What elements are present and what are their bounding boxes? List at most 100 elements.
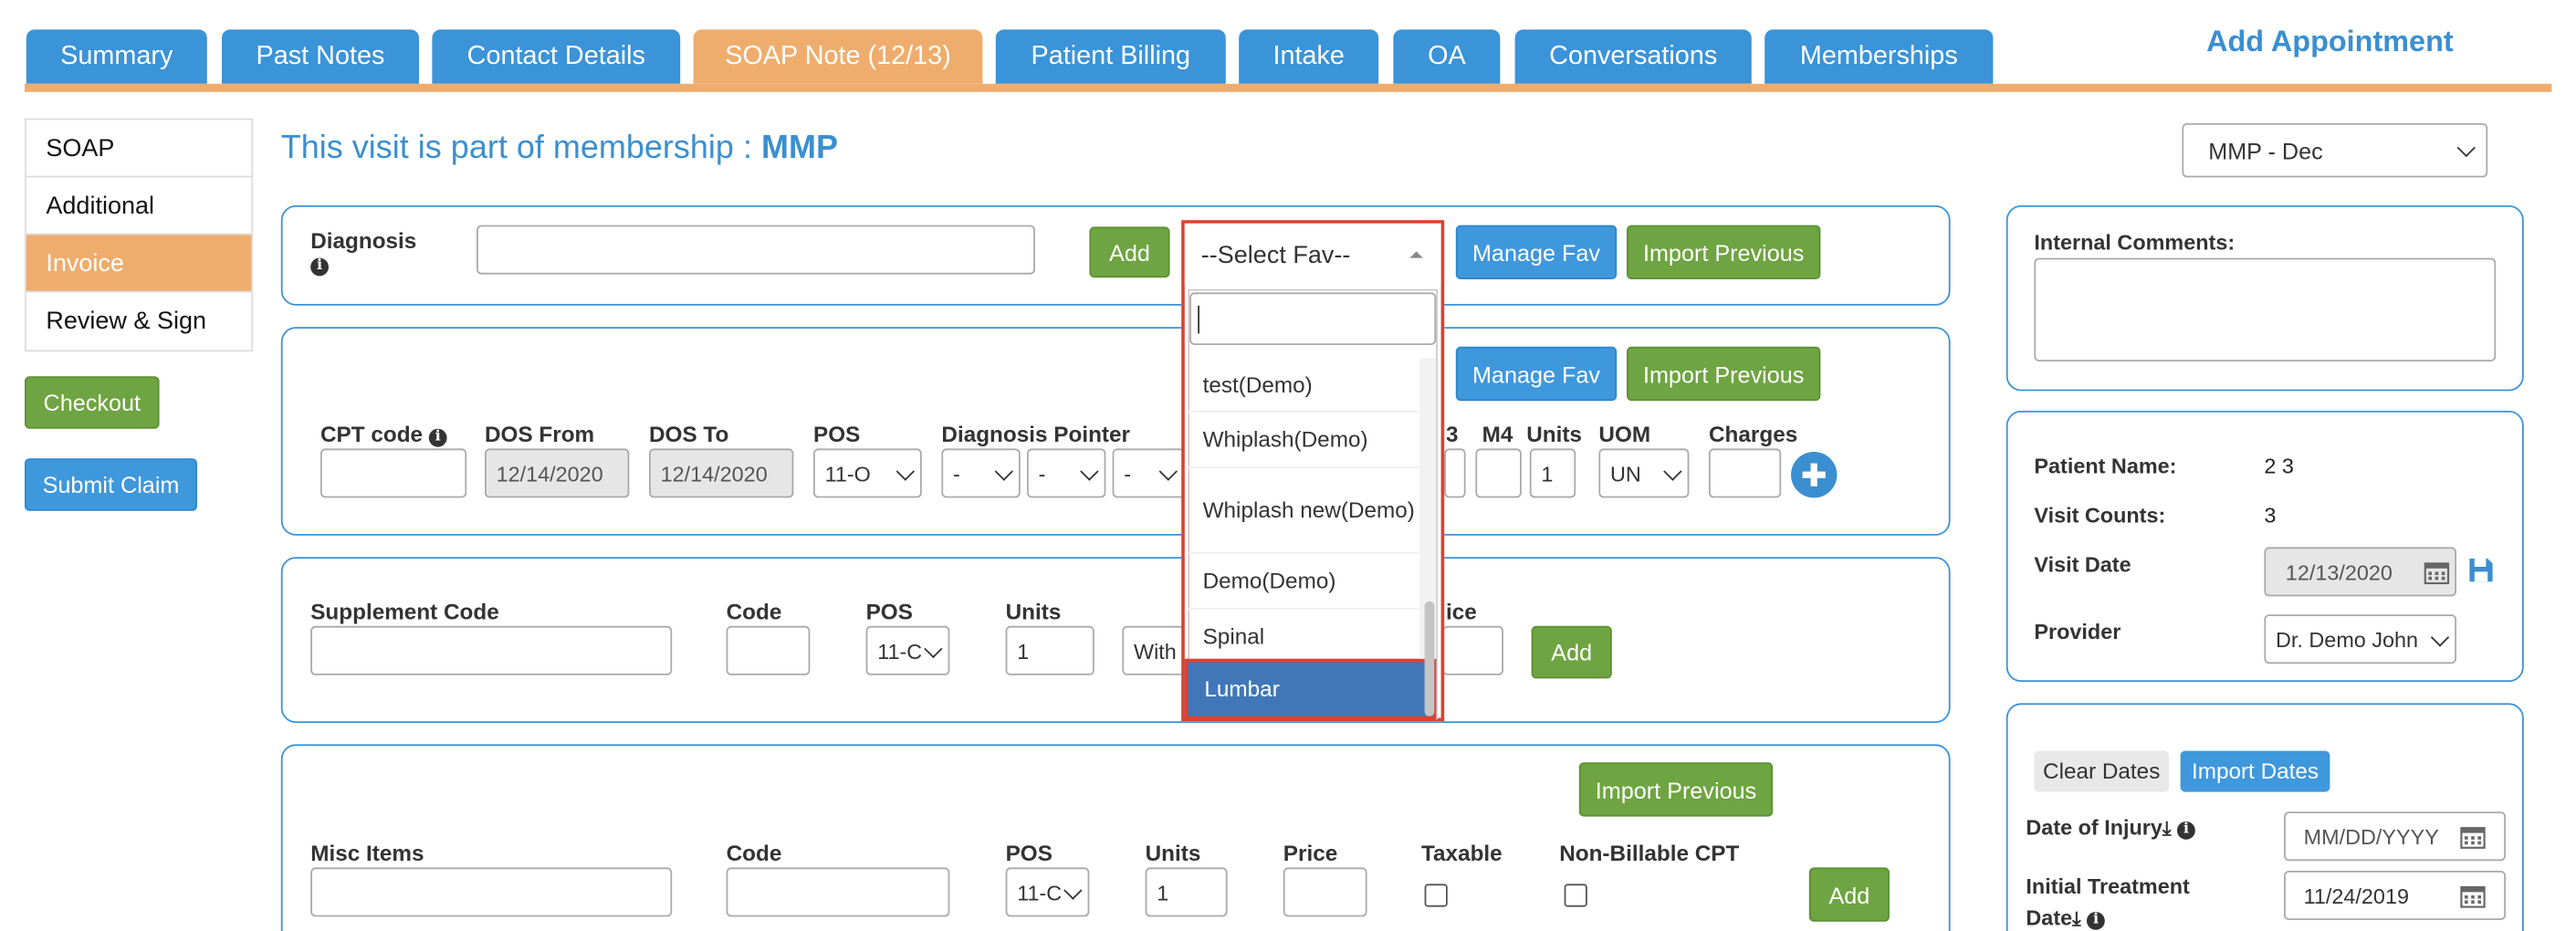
fav-option-test-demo[interactable]: test(Demo): [1188, 358, 1420, 413]
tab-conversations[interactable]: Conversations: [1514, 29, 1752, 84]
provider-select[interactable]: Dr. Demo John: [2264, 614, 2456, 664]
tab-intake[interactable]: Intake: [1239, 29, 1379, 84]
initial-treatment-date-text: Date: [2026, 905, 2073, 930]
tab-patient-billing[interactable]: Patient Billing: [995, 29, 1226, 84]
cpt-manage-fav-button[interactable]: Manage Fav: [1455, 346, 1618, 402]
tab-soap-note[interactable]: SOAP Note (12/13): [693, 29, 983, 84]
membership-select[interactable]: MMP - Dec: [2182, 123, 2488, 178]
save-icon[interactable]: [2468, 557, 2495, 583]
diagnosis-pointer-2-select[interactable]: -: [1027, 448, 1106, 498]
visit-counts-label: Visit Counts:: [2034, 502, 2166, 528]
add-appointment-link[interactable]: Add Appointment: [2169, 25, 2491, 59]
calendar-icon[interactable]: [2460, 823, 2487, 850]
dos-to-input[interactable]: 12/14/2020: [649, 448, 794, 498]
misc-units-input[interactable]: 1: [1145, 867, 1228, 917]
misc-code-header: Code: [726, 841, 782, 866]
info-icon: i: [428, 428, 447, 447]
fav-option-whiplash-demo[interactable]: Whiplash(Demo): [1188, 413, 1420, 468]
supplement-units-input[interactable]: 1: [1005, 625, 1094, 675]
date-of-injury-label: Date of Injury⤓ i: [2026, 815, 2195, 842]
clear-dates-button[interactable]: Clear Dates: [2034, 750, 2169, 792]
misc-code-input[interactable]: [726, 867, 950, 917]
misc-items-input[interactable]: [310, 867, 673, 917]
side-menu-invoice[interactable]: Invoice: [26, 235, 252, 293]
visit-date-value: 12/13/2020: [2285, 559, 2393, 584]
diagnosis-label: Diagnosis: [310, 228, 417, 254]
calendar-icon[interactable]: [2460, 883, 2487, 909]
supplement-price-header: ice: [1446, 600, 1477, 624]
supplement-code-input[interactable]: [310, 625, 673, 675]
side-menu: SOAP Additional Invoice Review & Sign: [25, 118, 254, 352]
pointer-value: -: [1124, 460, 1132, 486]
charges-input[interactable]: [1709, 448, 1782, 498]
supplement-code-short-input[interactable]: [726, 625, 811, 675]
dropdown-scrollbar-thumb[interactable]: [1424, 601, 1435, 717]
chevron-down-icon: [1063, 881, 1083, 900]
info-icon: i: [2087, 912, 2106, 930]
side-menu-soap[interactable]: SOAP: [26, 120, 252, 178]
chevron-down-icon: [895, 462, 915, 481]
fav-option-whiplash-new-demo[interactable]: Whiplash new(Demo): [1188, 468, 1420, 554]
cpt-code-header-text: CPT code: [320, 422, 424, 447]
misc-taxable-checkbox[interactable]: [1424, 884, 1448, 907]
info-icon: i: [2177, 821, 2195, 840]
modifier-3-input[interactable]: [1444, 448, 1466, 498]
misc-add-button[interactable]: Add: [1808, 867, 1890, 922]
import-date-icon[interactable]: ⤓: [2162, 817, 2172, 840]
cpt-units-input[interactable]: 1: [1529, 448, 1576, 498]
membership-name: MMP: [760, 130, 838, 166]
diagnosis-input[interactable]: [476, 225, 1035, 275]
diagnosis-manage-fav-button[interactable]: Manage Fav: [1455, 225, 1618, 279]
tab-contact-details[interactable]: Contact Details: [432, 29, 681, 84]
misc-pos-select[interactable]: 11-C: [1005, 867, 1090, 917]
submit-claim-button[interactable]: Submit Claim: [25, 458, 197, 511]
supplement-with-select[interactable]: With: [1122, 625, 1189, 675]
fav-option-demo-demo[interactable]: Demo(Demo): [1188, 554, 1420, 610]
select-fav-select[interactable]: --Select Fav--: [1184, 223, 1441, 287]
side-menu-additional[interactable]: Additional: [26, 177, 252, 235]
diagnosis-pointer-1-select[interactable]: -: [941, 448, 1021, 498]
supplement-pos-select[interactable]: 11-C: [865, 625, 950, 675]
cpt-pos-select[interactable]: 11-O: [813, 448, 922, 498]
membership-prefix: This visit is part of membership :: [280, 130, 752, 166]
initial-treatment-date-value: 11/24/2019: [2303, 883, 2409, 908]
diagnosis-pointer-3-select[interactable]: -: [1112, 448, 1185, 498]
side-menu-review-sign[interactable]: Review & Sign: [26, 292, 252, 350]
dos-to-header: DOS To: [649, 422, 729, 447]
import-date-icon[interactable]: ⤓: [2072, 907, 2081, 930]
diagnosis-import-previous-button[interactable]: Import Previous: [1627, 225, 1821, 279]
uom-value: UN: [1610, 460, 1641, 486]
tab-past-notes[interactable]: Past Notes: [222, 29, 419, 84]
select-fav-search-input[interactable]: [1189, 292, 1437, 345]
misc-import-previous-button[interactable]: Import Previous: [1578, 762, 1774, 817]
dos-from-input[interactable]: 12/14/2020: [485, 448, 630, 498]
internal-comments-textarea[interactable]: [2034, 257, 2497, 361]
supplement-pos-value: 11-C: [877, 638, 923, 664]
tab-memberships[interactable]: Memberships: [1764, 29, 1994, 84]
misc-price-input[interactable]: [1283, 867, 1367, 917]
uom-select[interactable]: UN: [1598, 448, 1690, 498]
diagnosis-add-button[interactable]: Add: [1089, 226, 1170, 278]
checkout-button[interactable]: Checkout: [25, 376, 160, 429]
fav-option-spinal[interactable]: Spinal: [1188, 610, 1420, 664]
calendar-icon[interactable]: [2424, 559, 2450, 585]
tab-summary[interactable]: Summary: [26, 29, 207, 84]
cpt-import-previous-button[interactable]: Import Previous: [1627, 346, 1821, 402]
supplement-units-header: Units: [1005, 600, 1062, 624]
supplement-add-button[interactable]: Add: [1531, 625, 1612, 679]
caret-up-icon: [1409, 251, 1423, 258]
patient-name-value: 2 3: [2264, 453, 2294, 478]
modifier-4-input[interactable]: [1475, 448, 1522, 498]
supplement-price-input[interactable]: [1442, 625, 1503, 675]
import-dates-button[interactable]: Import Dates: [2180, 750, 2330, 792]
chevron-down-icon: [994, 462, 1013, 481]
cpt-code-input[interactable]: [320, 448, 467, 498]
internal-comments-label: Internal Comments:: [2034, 230, 2236, 255]
tab-oa[interactable]: OA: [1393, 29, 1501, 84]
add-row-plus-icon[interactable]: [1789, 450, 1838, 499]
tab-underline: [25, 83, 2552, 92]
misc-non-billable-checkbox[interactable]: [1564, 884, 1587, 907]
fav-option-lumbar[interactable]: Lumbar: [1184, 658, 1437, 720]
select-fav-value: --Select Fav--: [1200, 240, 1351, 269]
chevron-down-icon: [1663, 462, 1682, 481]
